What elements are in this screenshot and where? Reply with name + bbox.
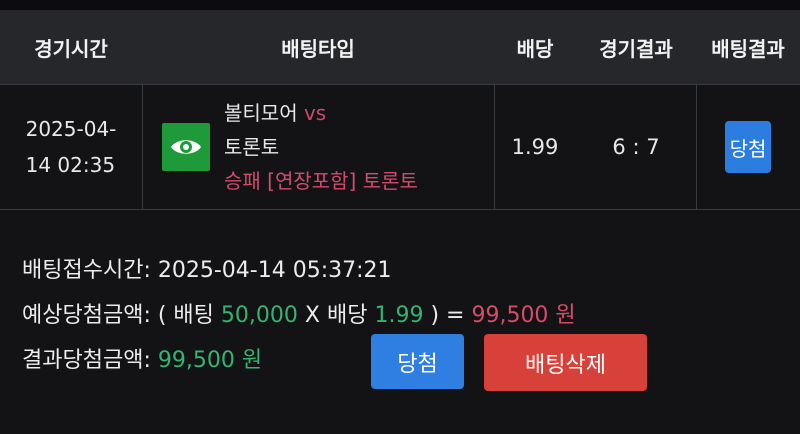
header-bet-result: 배팅결과: [711, 36, 785, 61]
score-value: 6 : 7: [612, 135, 660, 159]
expected-open: ( 배팅: [157, 303, 214, 328]
delete-bet-button[interactable]: 배팅삭제: [484, 334, 647, 391]
vs-label: vs: [303, 101, 327, 125]
header-bet-type: 배팅타입: [281, 36, 355, 61]
game-time-clock: 14 02:35: [25, 153, 116, 177]
table-header: 경기시간 배팅타입 배당 경기결과 배팅결과: [0, 10, 800, 84]
bet-type-cell: 볼티모어 vs 토론토 승패 [연장포함] 토론토: [142, 85, 494, 209]
bet-result-badge: 당첨: [725, 121, 771, 173]
eye-icon[interactable]: [162, 123, 210, 171]
result-winnings: 결과당첨금액: 99,500 원: [22, 342, 262, 374]
expected-amount: 99,500 원: [471, 303, 576, 328]
odds-cell: 1.99: [494, 85, 576, 209]
times-odds-label: X 배당: [304, 303, 368, 328]
expected-label: 예상당첨금액:: [22, 303, 151, 328]
odds-value: 1.99: [511, 135, 559, 159]
received-label: 배팅접수시간:: [22, 258, 151, 283]
table-row: 2025-04- 14 02:35 볼티모어 vs 토론토 승패 [연장포함] …: [0, 84, 800, 210]
bet-received-time: 배팅접수시간: 2025-04-14 05:37:21: [22, 252, 392, 284]
game-time-cell: 2025-04- 14 02:35: [0, 85, 142, 209]
expected-winnings: 예상당첨금액: ( 배팅 50,000 X 배당 1.99 ) = 99,500…: [22, 297, 576, 329]
expected-odds: 1.99: [374, 303, 424, 328]
bet-result-cell: 당첨: [696, 85, 800, 209]
away-team: 토론토: [224, 135, 280, 159]
stake-amount: 50,000: [220, 303, 298, 328]
expected-close: ) =: [430, 303, 465, 328]
score-cell: 6 : 7: [576, 85, 696, 209]
result-label: 결과당첨금액:: [22, 348, 151, 373]
home-team: 볼티모어: [224, 101, 298, 125]
top-strip: [0, 0, 800, 10]
header-odds: 배당: [516, 36, 554, 61]
win-button[interactable]: 당첨: [371, 334, 464, 389]
received-value: 2025-04-14 05:37:21: [157, 258, 392, 283]
header-game-result: 경기결과: [599, 36, 673, 61]
header-game-time: 경기시간: [34, 36, 108, 61]
game-time-date: 2025-04-: [25, 117, 117, 141]
result-amount: 99,500 원: [157, 348, 263, 373]
bet-type-detail: 승패 [연장포함] 토론토: [224, 169, 418, 193]
